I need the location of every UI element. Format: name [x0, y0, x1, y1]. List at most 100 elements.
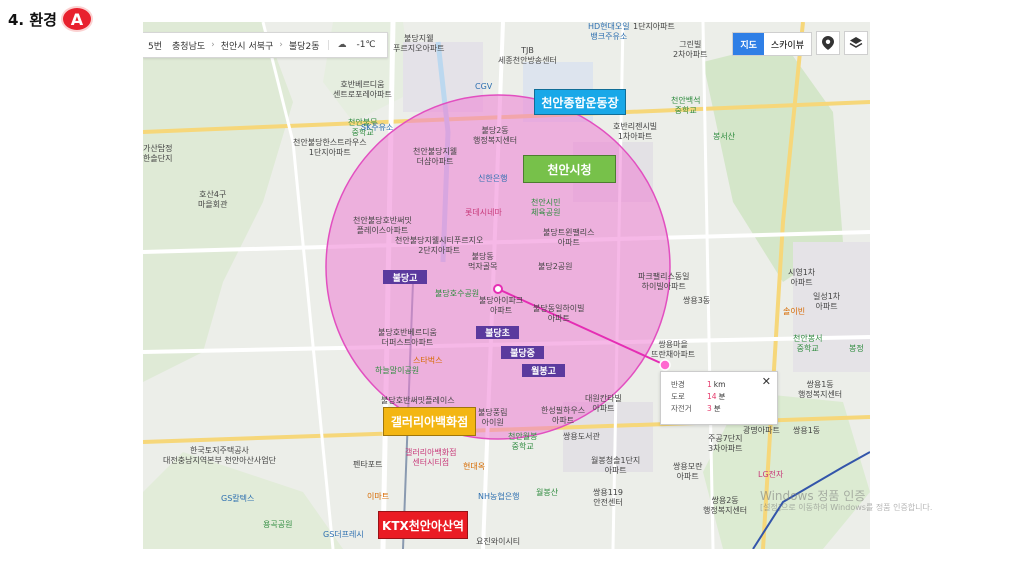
radius-label: 반경 [671, 379, 685, 389]
skyview-button[interactable]: 스카이뷰 [764, 33, 811, 55]
school-bd-mid[interactable]: 불당중 [501, 346, 544, 359]
map-label: 천안봉서 중학교 [793, 334, 823, 353]
map-label: 현대옥 [463, 462, 486, 471]
radius-circle [325, 94, 671, 440]
map-label: 천안불당지웰 더샵아파트 [413, 147, 458, 166]
map-label: 쌍용1동 행정복지센터 [798, 380, 843, 399]
map-label: 불당트윈팰리스 아파트 [543, 228, 595, 247]
map-label: 롯데시네마 [465, 208, 502, 217]
map-label: SK주유소 [361, 123, 394, 132]
map-label: 펜타포트 [353, 460, 383, 469]
bike-unit: 분 [713, 403, 721, 413]
map-label: GS칼텍스 [221, 494, 255, 503]
bike-label: 자전거 [671, 403, 692, 413]
road-value: 14 [707, 391, 717, 401]
map-label: 쌍용119 안전센터 [593, 488, 623, 507]
map-label: CGV [475, 82, 493, 91]
bike-value: 3 [707, 403, 712, 413]
map-label: 시영1차 아파트 [788, 268, 816, 287]
map-label: NH농협은행 [478, 492, 520, 501]
distance-info-box: ✕ 반경 1 km 도로 14 분 자전거 3 분 [660, 371, 778, 425]
map-label: 쌍용3동 [683, 296, 711, 305]
map-label: 그린빌 2차아파트 [673, 40, 708, 59]
section-title-text: 4. 환경 [8, 10, 57, 29]
map-view[interactable]: 5번 충청남도 › 천안시 서북구 › 불당2동 ☁ -1℃ 지도 스카이뷰 불… [143, 22, 870, 549]
tag-galleria[interactable]: 갤러리아백화점 [383, 407, 476, 436]
map-label: 불당호반베르디움 더퍼스트아파트 [378, 328, 437, 347]
map-label: 한성필하우스 아파트 [541, 406, 586, 425]
map-label: 천안시민 체육공원 [531, 198, 561, 217]
map-label: 월봉청솔1단지 아파트 [591, 456, 641, 475]
map-label: 호반베르디움 센트로포레아파트 [333, 80, 392, 99]
map-label: 광명아파트 [743, 426, 780, 435]
breadcrumb-province[interactable]: 충청남도 [167, 39, 210, 52]
school-wb-high[interactable]: 월봉고 [522, 364, 565, 377]
map-label: 불당풍림 아이원 [478, 408, 508, 427]
map-label: 불당동일하이빌 아파트 [533, 304, 585, 323]
map-label: 불당호수공원 [435, 289, 480, 298]
breadcrumb-dong[interactable]: 불당2동 [284, 39, 325, 52]
map-label: 갤러리아백화점 센터시티점 [405, 448, 457, 467]
map-label: 봉정 [849, 344, 864, 353]
location-pin-icon[interactable] [816, 31, 840, 55]
tag-city-hall[interactable]: 천안시청 [523, 155, 616, 183]
radius-value: 1 [707, 379, 712, 389]
map-label: 천안월봉 중학교 [508, 432, 538, 451]
road-label: 도로 [671, 391, 685, 401]
map-label: LG전자 [758, 470, 784, 479]
map-button[interactable]: 지도 [733, 33, 764, 55]
map-label: TJB 세종천안방송센터 [498, 46, 557, 65]
map-label: 불당2공원 [538, 262, 573, 271]
map-label: 봉서산 [713, 132, 736, 141]
map-label: 가산탑정 한솔단지 [143, 144, 173, 163]
radius-unit: km [713, 379, 726, 389]
layers-icon[interactable] [844, 31, 868, 55]
map-label: 불당동 먹자골목 [468, 252, 498, 271]
road-unit: 분 [718, 391, 726, 401]
map-label: 파크팰리스동일 하이빌아파트 [638, 272, 690, 291]
map-label: 천안백석 중학교 [671, 96, 701, 115]
breadcrumb-city[interactable]: 천안시 서북구 [216, 39, 279, 52]
map-label: 대원칸타빌 아파트 [585, 394, 622, 413]
map-label: 하늘말이공원 [375, 366, 420, 375]
map-label: 월봉산 [536, 488, 559, 497]
school-bd-high[interactable]: 불당고 [383, 270, 427, 284]
map-type-toggle: 지도 스카이뷰 [732, 32, 812, 56]
map-label: 불당2동 행정복지센터 [473, 126, 518, 145]
tag-ktx-station[interactable]: KTX천안아산역 [378, 511, 468, 539]
map-label: 불당지웰 푸르지오아파트 [393, 34, 445, 53]
weather-cloud-icon: ☁ [328, 40, 351, 50]
breadcrumb: 5번 충청남도 › 천안시 서북구 › 불당2동 ☁ -1℃ [143, 32, 388, 58]
map-label: 천안불당한스트라우스 1단지아파트 [293, 138, 367, 157]
section-title: 4. 환경 A [8, 6, 93, 32]
map-label: 쌍용1동 [793, 426, 821, 435]
map-label: 한국토지주택공사 대전충남지역본부 천안아산사업단 [163, 446, 276, 465]
map-label: 이마트 [367, 492, 390, 501]
map-label: 솔이빈 [783, 307, 806, 316]
map-label: 용곡공원 [263, 520, 293, 529]
school-bd-elem[interactable]: 불당초 [476, 326, 519, 339]
map-label: GS더프레시 [323, 530, 364, 539]
map-label: 천안불당호반써밋 플레이스아파트 [353, 216, 412, 235]
map-label: 불당호반써밋플레이스 [381, 396, 455, 405]
badge-a: A [60, 6, 93, 32]
map-label: 호산4구 마을회관 [198, 190, 228, 209]
map-label: 호반리젠시빌 1차아파트 [613, 122, 658, 141]
tag-stadium[interactable]: 천안종합운동장 [534, 89, 626, 115]
map-label: HD현대오일 뱅크주유소 [588, 22, 630, 41]
map-label: 불당아이파크 아파트 [479, 296, 524, 315]
page: 4. 환경 A 5번 충청남도 › 천안시 서북구 › 불당2동 ☁ -1℃ 지… [0, 0, 1014, 570]
map-label: 신한은행 [478, 174, 508, 183]
breadcrumb-prev[interactable]: 5번 [143, 39, 167, 52]
map-label: 쌍용모란 아파트 [673, 462, 703, 481]
close-icon[interactable]: ✕ [762, 375, 771, 388]
weather-temp: -1℃ [356, 40, 376, 50]
map-label: 주공7단지 3차아파트 [708, 434, 743, 453]
map-label: 요진와이시티 [476, 537, 521, 546]
map-label: 쌍용마을 뜨란채아파트 [651, 340, 696, 359]
map-label: 스타벅스 [413, 356, 443, 365]
watermark-line2: [설정]으로 이동하여 Windows를 정품 인증합니다. [760, 503, 933, 512]
map-label: 1단지아파트 [633, 22, 675, 31]
map-label: 쌍용2동 행정복지센터 [703, 496, 748, 515]
map-label: 일성1차 아파트 [813, 292, 841, 311]
